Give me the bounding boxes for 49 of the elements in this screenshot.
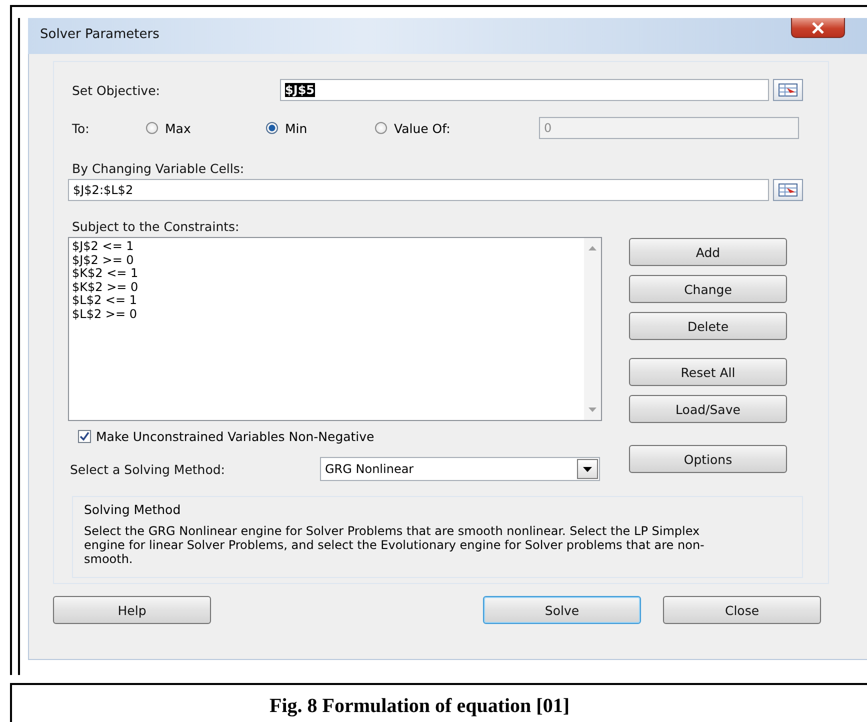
radio-label: Max: [165, 120, 191, 136]
range-select-icon: [778, 183, 798, 197]
radio-button[interactable]: [375, 122, 387, 134]
info-text: Select the GRG Nonlinear engine for Solver Problems that are smooth nonlinear. Select the LP Simplex engine for linear Solver Problems, and select the Evolutionary engine for Solver problems that are non-smooth.: [84, 524, 706, 566]
radio-button[interactable]: [266, 122, 278, 134]
dropdown-value: GRG Nonlinear: [325, 462, 414, 476]
checkbox[interactable]: [78, 430, 91, 443]
constraint-item[interactable]: $J$2 <= 1: [72, 240, 584, 254]
variable-cells-field[interactable]: $J$2:$L$2: [68, 179, 769, 201]
dialog-button[interactable]: Reset All: [629, 358, 787, 386]
constraint-item[interactable]: $K$2 >= 0: [72, 280, 584, 294]
dialog-button[interactable]: Change: [629, 275, 787, 303]
range-select-button[interactable]: [773, 179, 803, 201]
field-value: $J$2:$L$2: [73, 183, 134, 197]
radio-button[interactable]: [146, 122, 158, 134]
close-icon: [811, 22, 825, 34]
constraint-item[interactable]: $L$2 <= 1: [72, 294, 584, 308]
constraint-item[interactable]: $K$2 <= 1: [72, 267, 584, 280]
dialog-button[interactable]: Add: [629, 238, 787, 266]
dialog-button[interactable]: Delete: [629, 312, 787, 340]
figure-caption: Fig. 8 Formulation of equation [01]: [270, 695, 570, 719]
radio-label: Min: [285, 120, 308, 136]
dialog-button[interactable]: Help: [53, 596, 211, 624]
field-label: Subject to the Constraints:: [72, 219, 240, 234]
constraint-item[interactable]: $L$2 >= 0: [72, 308, 584, 321]
field-value: 0: [544, 121, 552, 135]
dialog-button[interactable]: Load/Save: [629, 395, 787, 423]
constraint-item[interactable]: $J$2 >= 0: [72, 254, 584, 267]
method-dropdown[interactable]: GRG Nonlinear: [320, 457, 600, 481]
window-title: Solver Parameters: [40, 27, 160, 42]
dialog-button[interactable]: Close: [663, 596, 821, 624]
field-label: To:: [72, 120, 90, 136]
scrollbar[interactable]: [584, 238, 601, 420]
scroll-up-icon: [588, 245, 597, 251]
dialog-button[interactable]: Solve: [483, 596, 641, 624]
field-label: Set Objective:: [72, 82, 161, 98]
constraints-list[interactable]: $J$2 <= 1 $J$2 >= 0 $K$2 <= 1 $K$2 >= 0 $L$2 <= 1 $L$2 >= 0: [68, 237, 602, 421]
range-select-button[interactable]: [773, 79, 803, 101]
field-label: By Changing Variable Cells:: [72, 161, 246, 176]
info-title: Solving Method: [84, 502, 182, 517]
close-button[interactable]: [791, 18, 845, 38]
objective-field[interactable]: $J$5: [280, 79, 769, 101]
radio-label: Value Of:: [394, 120, 450, 136]
field-value: $J$5: [285, 83, 315, 97]
options-button[interactable]: Options: [629, 445, 787, 473]
checkbox-label: Make Unconstrained Variables Non-Negative: [96, 429, 374, 444]
scroll-down-icon: [588, 407, 597, 413]
field-label: Select a Solving Method:: [70, 462, 226, 476]
range-select-icon: [778, 83, 798, 97]
